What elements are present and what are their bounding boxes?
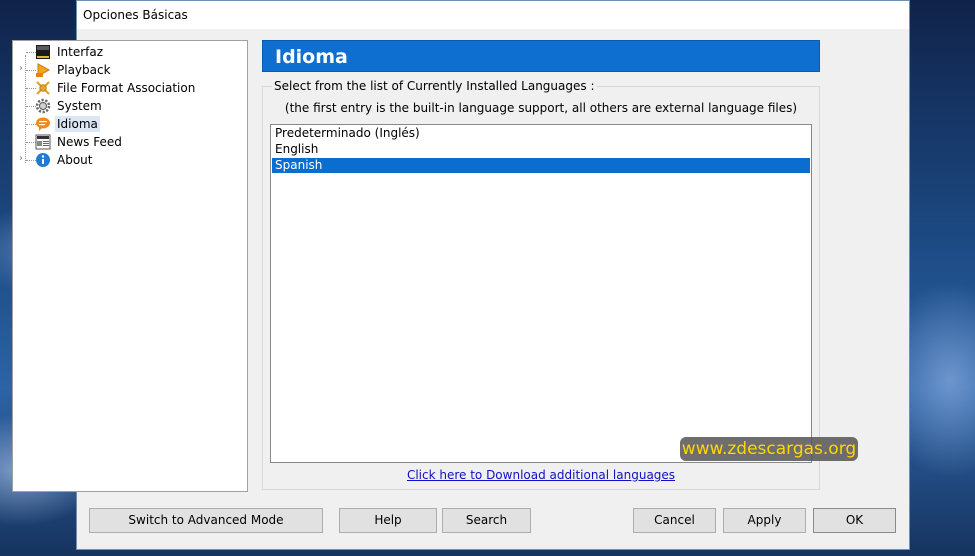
language-list-item-selected[interactable]: Spanish	[272, 158, 810, 173]
tree-item-interfaz[interactable]: Interfaz	[15, 43, 245, 61]
tree-item-system[interactable]: System	[15, 97, 245, 115]
tree-item-label: System	[57, 99, 102, 113]
language-icon	[36, 117, 50, 131]
chevron-right-icon[interactable]: ›	[19, 63, 29, 75]
tree-item-label: Idioma	[55, 116, 100, 132]
language-list-item[interactable]: English	[272, 142, 810, 157]
search-button[interactable]: Search	[442, 508, 531, 533]
cancel-button[interactable]: Cancel	[633, 508, 716, 533]
language-listbox[interactable]: Predeterminado (Inglés) English Spanish	[270, 124, 812, 463]
playback-icon	[36, 63, 51, 77]
tree-item-playback[interactable]: › Playback	[15, 61, 245, 79]
language-list-item[interactable]: Predeterminado (Inglés)	[272, 126, 810, 141]
gear-icon	[35, 98, 51, 114]
info-icon	[36, 153, 50, 167]
group-label: Select from the list of Currently Instal…	[272, 79, 597, 93]
apply-button[interactable]: Apply	[723, 508, 806, 533]
panel-title: Idioma	[262, 40, 820, 72]
watermark: www.zdescargas.org	[680, 437, 858, 461]
window-title: Opciones Básicas	[83, 8, 188, 22]
file-format-icon	[36, 81, 50, 95]
ok-button[interactable]: OK	[813, 508, 896, 533]
download-languages-link[interactable]: Click here to Download additional langua…	[262, 468, 820, 482]
tree-item-label: Playback	[57, 63, 111, 77]
title-bar[interactable]: Opciones Básicas	[77, 1, 909, 29]
tree-item-news-feed[interactable]: News Feed	[15, 133, 245, 151]
help-button[interactable]: Help	[339, 508, 437, 533]
settings-tree[interactable]: Interfaz › Playback File Format Associat…	[12, 40, 248, 492]
tree-item-label: About	[57, 153, 93, 167]
group-note: (the first entry is the built-in languag…	[284, 101, 798, 115]
tree-item-label: News Feed	[57, 135, 122, 149]
news-icon	[35, 134, 51, 150]
interface-icon	[36, 45, 50, 59]
tree-item-idioma[interactable]: Idioma	[15, 115, 245, 133]
tree-item-about[interactable]: › About	[15, 151, 245, 169]
tree-item-label: Interfaz	[57, 45, 104, 59]
tree-item-file-format[interactable]: File Format Association	[15, 79, 245, 97]
tree-item-label: File Format Association	[57, 81, 196, 95]
advanced-mode-button[interactable]: Switch to Advanced Mode	[89, 508, 323, 533]
chevron-right-icon[interactable]: ›	[19, 153, 29, 165]
